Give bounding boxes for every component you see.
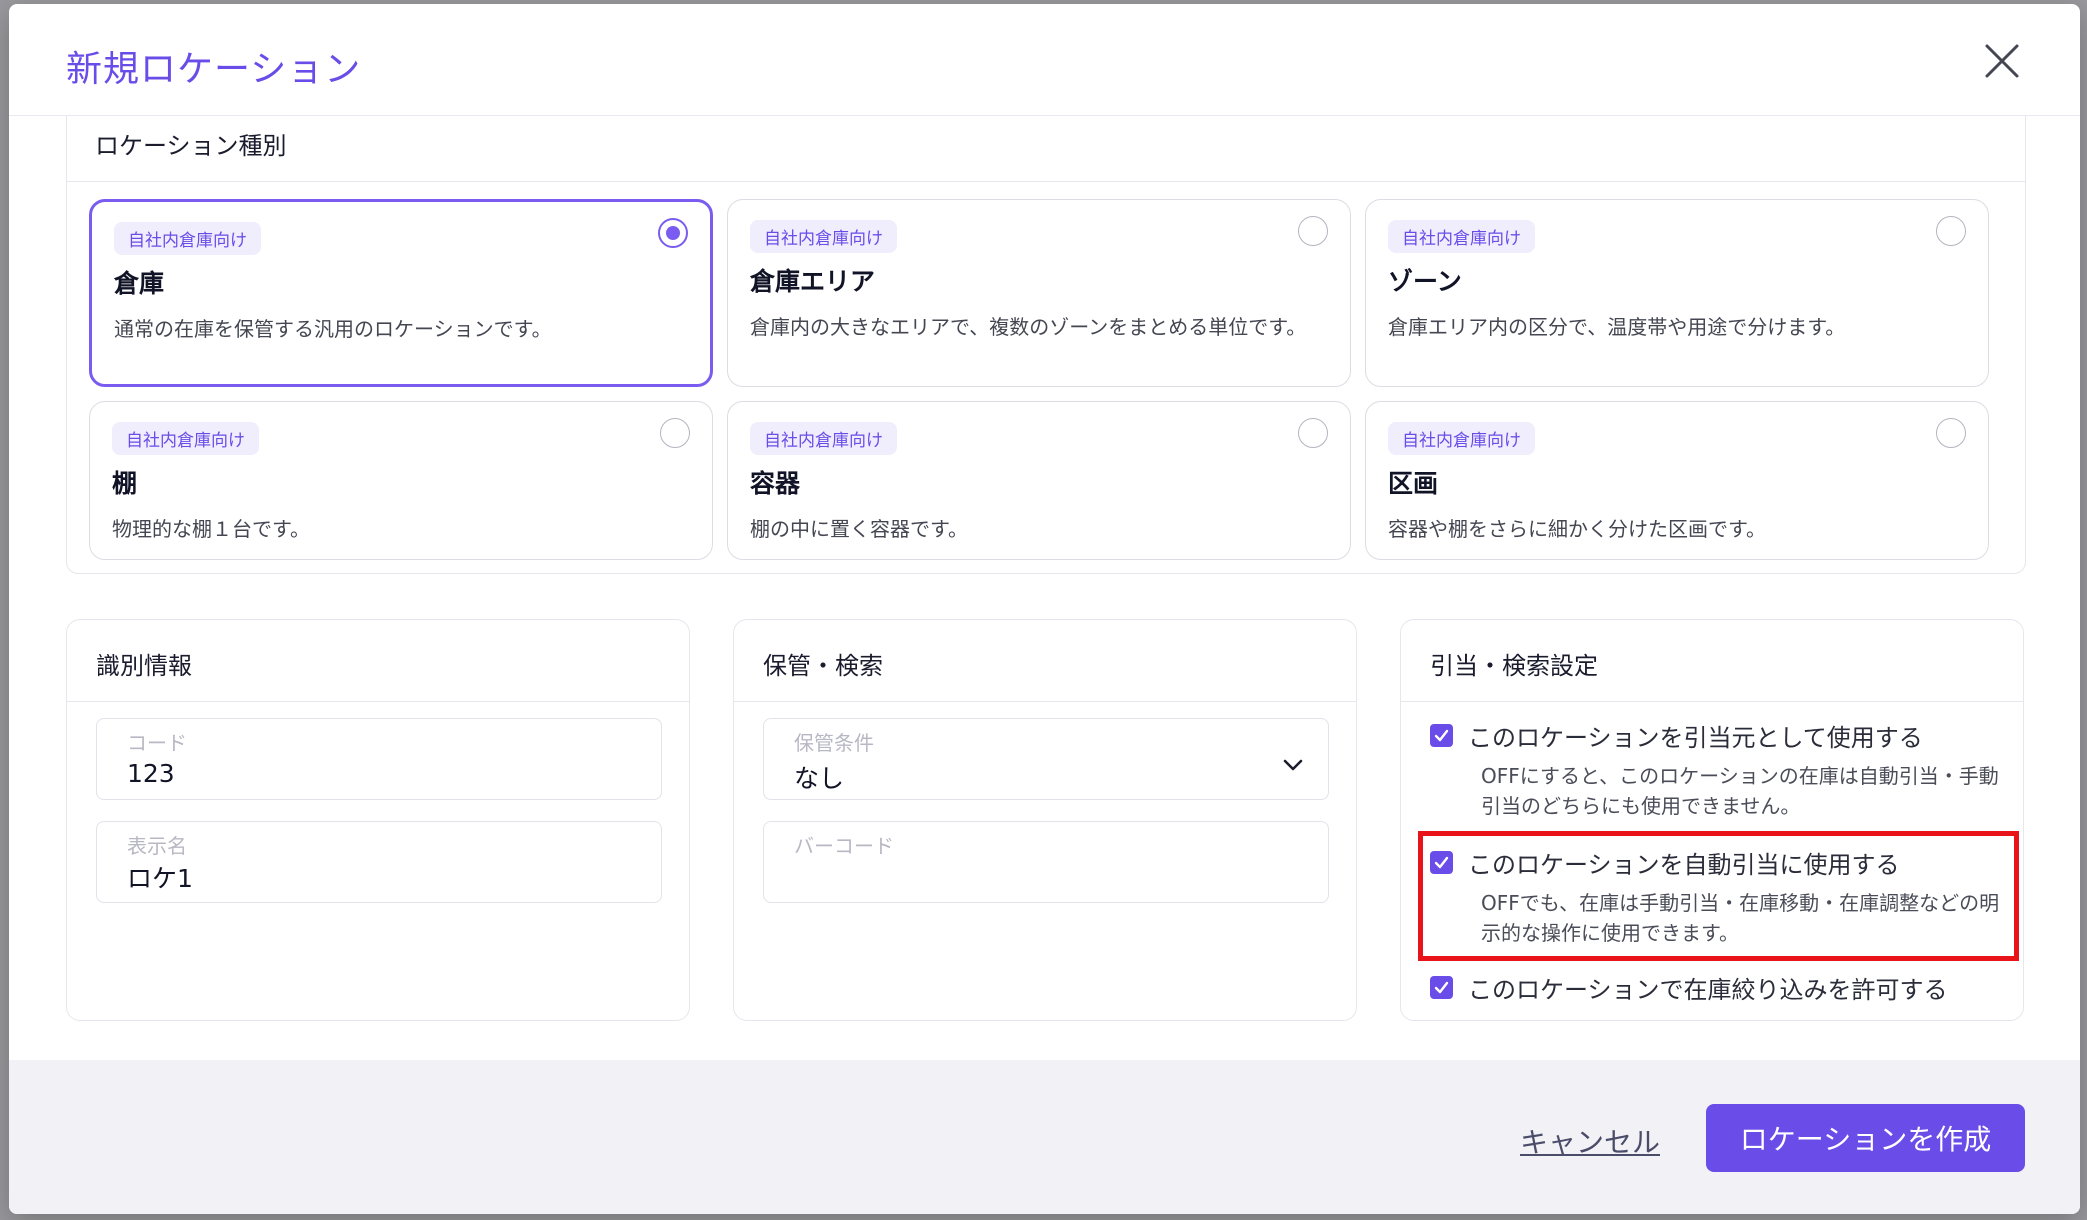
location-type-heading: ロケーション種別 (95, 132, 287, 160)
code-input[interactable] (127, 759, 607, 788)
inventory-filter-label[interactable]: このロケーションで在庫絞り込みを許可する (1468, 970, 1948, 1005)
code-field[interactable]: コード (96, 718, 662, 800)
type-radio[interactable] (1298, 216, 1328, 246)
storage-condition-value: なし (794, 764, 845, 793)
identification-panel: 識別情報 コード 表示名 (66, 619, 690, 1021)
type-desc: 物理的な棚１台です。 (112, 517, 310, 541)
type-name: 容器 (750, 469, 801, 498)
type-badge: 自社内倉庫向け (1388, 220, 1535, 253)
barcode-label: バーコード (794, 834, 894, 858)
close-icon (1985, 44, 2019, 78)
type-name: 倉庫エリア (750, 267, 876, 296)
type-name: 倉庫 (114, 269, 165, 298)
type-name: ゾーン (1388, 267, 1462, 296)
type-name: 棚 (112, 469, 138, 498)
type-card-shelf[interactable]: 自社内倉庫向け 棚 物理的な棚１台です。 (89, 401, 713, 560)
divider (1401, 701, 2023, 702)
type-desc: 通常の在庫を保管する汎用のロケーションです。 (114, 317, 552, 341)
type-badge: 自社内倉庫向け (114, 222, 261, 255)
barcode-field[interactable]: バーコード (763, 821, 1329, 903)
type-card-zone[interactable]: 自社内倉庫向け ゾーン 倉庫エリア内の区分で、温度帯や用途で分けます。 (1365, 199, 1989, 387)
type-desc: 棚の中に置く容器です。 (750, 517, 968, 541)
divider (734, 701, 1356, 702)
auto-allocation-label[interactable]: このロケーションを自動引当に使用する (1468, 845, 1900, 880)
chevron-down-icon (1283, 759, 1303, 771)
allocation-search-heading: 引当・検索設定 (1430, 652, 1598, 680)
divider (67, 181, 2025, 182)
type-radio[interactable] (1936, 216, 1966, 246)
type-badge: 自社内倉庫向け (750, 220, 897, 253)
allocation-search-panel: 引当・検索設定 このロケーションを引当元として使用する OFFにすると、このロケ… (1400, 619, 2024, 1021)
create-location-button[interactable]: ロケーションを作成 (1706, 1104, 2025, 1172)
new-location-dialog: 新規ロケーション ロケーション種別 自社内倉庫向け 倉庫 通常の在庫を保管する汎… (9, 4, 2080, 1214)
type-badge: 自社内倉庫向け (750, 422, 897, 455)
storage-search-panel: 保管・検索 保管条件 なし バーコード (733, 619, 1357, 1021)
type-card-warehouse-area[interactable]: 自社内倉庫向け 倉庫エリア 倉庫内の大きなエリアで、複数のゾーンをまとめる単位で… (727, 199, 1351, 387)
type-desc: 倉庫エリア内の区分で、温度帯や用途で分けます。 (1388, 315, 1846, 339)
allocation-source-note: OFFにすると、このロケーションの在庫は自動引当・手動引当のどちらにも使用できま… (1481, 764, 1999, 818)
storage-search-heading: 保管・検索 (763, 652, 883, 680)
dialog-header: 新規ロケーション (9, 4, 2080, 116)
divider (67, 701, 689, 702)
dialog-title: 新規ロケーション (66, 49, 362, 90)
location-type-section: ロケーション種別 自社内倉庫向け 倉庫 通常の在庫を保管する汎用のロケーションで… (66, 116, 2026, 574)
storage-condition-select[interactable]: 保管条件 なし (763, 718, 1329, 800)
type-radio[interactable] (1298, 418, 1328, 448)
display-name-field[interactable]: 表示名 (96, 821, 662, 903)
checkmark-icon (1434, 856, 1449, 869)
display-name-input[interactable] (127, 862, 607, 891)
identification-heading: 識別情報 (96, 652, 192, 680)
type-card-warehouse[interactable]: 自社内倉庫向け 倉庫 通常の在庫を保管する汎用のロケーションです。 (89, 199, 713, 387)
cancel-button[interactable]: キャンセル (1520, 1121, 1660, 1161)
checkmark-icon (1434, 729, 1449, 742)
storage-condition-label: 保管条件 (794, 731, 874, 755)
code-label: コード (127, 731, 187, 755)
type-card-section[interactable]: 自社内倉庫向け 区画 容器や棚をさらに細かく分けた区画です。 (1365, 401, 1989, 560)
type-radio[interactable] (1936, 418, 1966, 448)
type-desc: 倉庫内の大きなエリアで、複数のゾーンをまとめる単位です。 (750, 315, 1307, 339)
type-desc: 容器や棚をさらに細かく分けた区画です。 (1388, 517, 1766, 541)
barcode-input[interactable] (794, 862, 1274, 891)
type-name: 区画 (1388, 469, 1439, 498)
close-button[interactable] (1979, 38, 2025, 84)
checkmark-icon (1434, 981, 1449, 994)
auto-allocation-note: OFFでも、在庫は手動引当・在庫移動・在庫調整などの明示的な操作に使用できます。 (1481, 891, 2000, 945)
type-badge: 自社内倉庫向け (1388, 422, 1535, 455)
type-radio-selected[interactable] (658, 218, 688, 248)
inventory-filter-checkbox[interactable] (1430, 976, 1453, 999)
allocation-source-label[interactable]: このロケーションを引当元として使用する (1468, 718, 1923, 753)
auto-allocation-checkbox[interactable] (1430, 851, 1453, 874)
display-name-label: 表示名 (127, 834, 187, 858)
type-radio[interactable] (660, 418, 690, 448)
allocation-source-checkbox[interactable] (1430, 724, 1453, 747)
type-badge: 自社内倉庫向け (112, 422, 259, 455)
type-card-container[interactable]: 自社内倉庫向け 容器 棚の中に置く容器です。 (727, 401, 1351, 560)
